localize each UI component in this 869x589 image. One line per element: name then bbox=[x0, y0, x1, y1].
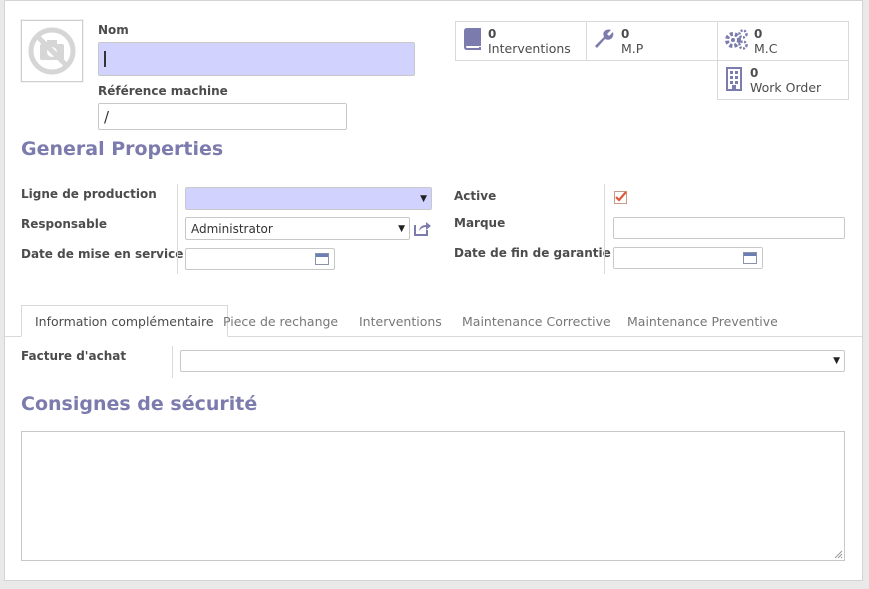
book-icon bbox=[463, 28, 481, 50]
checkmark-icon bbox=[615, 191, 627, 202]
purchase-invoice-select[interactable]: ▼ bbox=[180, 350, 845, 372]
reference-input[interactable]: / bbox=[98, 103, 347, 130]
name-input[interactable] bbox=[98, 42, 415, 76]
work-order-caption: Work Order bbox=[750, 80, 822, 95]
tab-information-complementaire[interactable]: Information complémentaire bbox=[21, 305, 228, 337]
resize-handle-icon[interactable] bbox=[833, 549, 843, 559]
work-order-button[interactable]: 0 Work Order bbox=[717, 60, 849, 100]
right-column-separator bbox=[604, 184, 605, 274]
service-date-label: Date de mise en service bbox=[21, 247, 184, 261]
interventions-count: 0 bbox=[488, 27, 497, 41]
dropdown-arrow-icon: ▼ bbox=[420, 193, 427, 204]
no-image-icon bbox=[28, 27, 76, 75]
form-sheet: Nom Référence machine / 0 Interventions … bbox=[4, 0, 863, 581]
warranty-end-label: Date de fin de garantie bbox=[454, 246, 611, 260]
dropdown-arrow-icon: ▼ bbox=[833, 356, 840, 366]
service-date-input[interactable] bbox=[185, 248, 335, 270]
purchase-invoice-label: Facture d'achat bbox=[21, 349, 127, 363]
responsible-select[interactable]: Administrator ▼ bbox=[185, 217, 410, 240]
mp-button[interactable]: 0 M.P bbox=[586, 21, 718, 61]
name-label: Nom bbox=[98, 23, 129, 37]
mc-caption: M.C bbox=[754, 41, 778, 56]
dropdown-arrow-icon: ▼ bbox=[398, 223, 405, 234]
calendar-icon[interactable] bbox=[743, 252, 757, 264]
active-checkbox[interactable] bbox=[614, 191, 627, 204]
reference-label: Référence machine bbox=[98, 84, 228, 98]
building-icon bbox=[726, 67, 742, 91]
tab-maintenance-preventive[interactable]: Maintenance Preventive bbox=[614, 305, 791, 337]
brand-input[interactable] bbox=[613, 217, 845, 239]
responsible-label: Responsable bbox=[21, 217, 107, 231]
active-label: Active bbox=[454, 189, 497, 203]
production-line-label: Ligne de production bbox=[21, 187, 157, 201]
warranty-end-input[interactable] bbox=[613, 247, 763, 269]
mc-button[interactable]: 0 M.C bbox=[717, 21, 849, 61]
brand-label: Marque bbox=[454, 216, 506, 230]
safety-instructions-textarea[interactable] bbox=[21, 431, 845, 561]
interventions-caption: Interventions bbox=[488, 41, 571, 56]
invoice-separator bbox=[172, 346, 173, 378]
interventions-button[interactable]: 0 Interventions bbox=[455, 21, 587, 61]
left-column-separator bbox=[177, 184, 178, 274]
calendar-icon[interactable] bbox=[315, 253, 329, 265]
machine-image[interactable] bbox=[21, 20, 83, 82]
mp-count: 0 bbox=[621, 27, 630, 41]
tab-piece-de-rechange[interactable]: Piece de rechange bbox=[210, 305, 351, 337]
general-properties-title: General Properties bbox=[21, 138, 224, 160]
wrench-icon bbox=[595, 29, 614, 48]
tab-interventions[interactable]: Interventions bbox=[346, 305, 455, 337]
mc-count: 0 bbox=[754, 27, 763, 41]
mp-caption: M.P bbox=[621, 41, 644, 56]
gears-icon bbox=[725, 29, 748, 50]
production-line-select[interactable]: ▼ bbox=[185, 187, 432, 210]
tab-maintenance-corrective[interactable]: Maintenance Corrective bbox=[449, 305, 624, 337]
external-link-icon[interactable] bbox=[414, 220, 432, 236]
safety-instructions-title: Consignes de sécurité bbox=[21, 393, 258, 415]
work-order-count: 0 bbox=[750, 66, 759, 80]
text-cursor bbox=[104, 51, 106, 67]
reference-value: / bbox=[104, 107, 110, 126]
responsible-value: Administrator bbox=[191, 221, 273, 236]
